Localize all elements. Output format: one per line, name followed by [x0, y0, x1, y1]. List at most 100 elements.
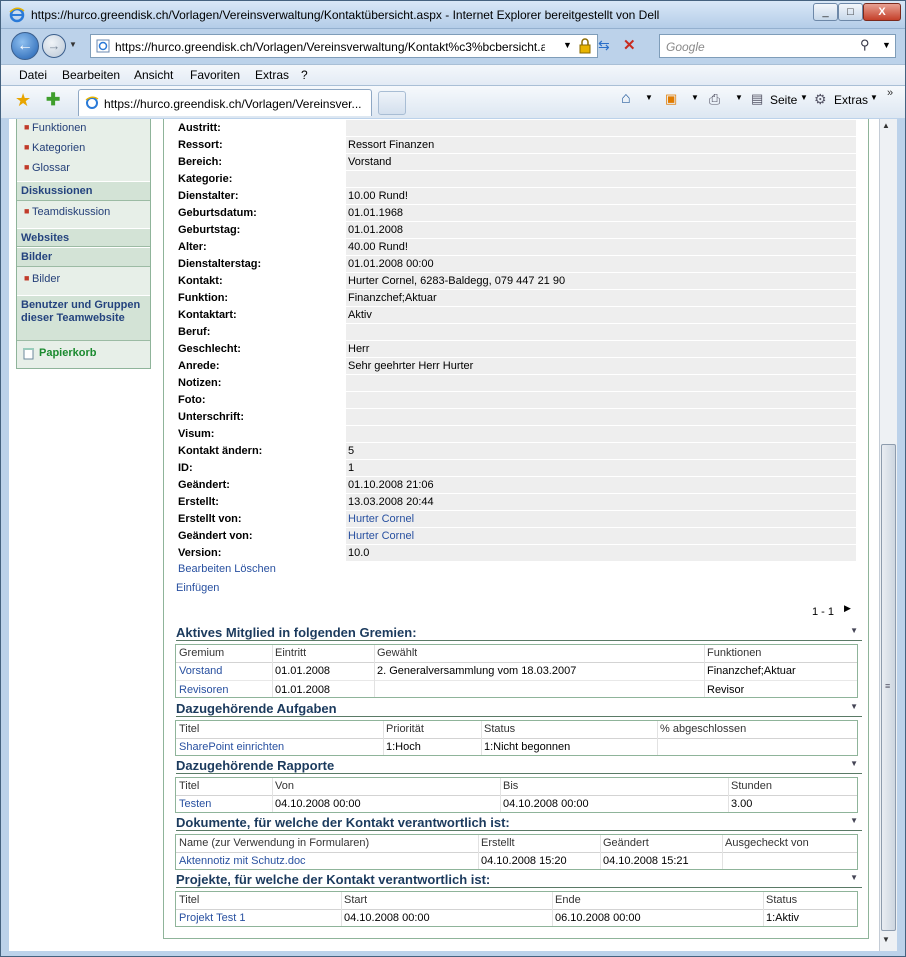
- field-row: Ressort: Ressort Finanzen: [174, 137, 858, 154]
- new-tab-button[interactable]: [378, 91, 406, 115]
- col-header[interactable]: Gremium: [179, 647, 224, 659]
- print-dropdown-icon[interactable]: ▼: [735, 93, 743, 102]
- page-menu[interactable]: Seite: [770, 93, 797, 107]
- favorites-star-icon[interactable]: ★: [15, 90, 31, 111]
- field-label: Geburtstag:: [178, 224, 241, 236]
- col-header[interactable]: Titel: [179, 780, 199, 792]
- col-header[interactable]: Start: [344, 894, 367, 906]
- search-icon[interactable]: ⚲: [860, 37, 870, 53]
- field-label: Erstellt:: [178, 496, 219, 508]
- page-icon: [85, 96, 99, 109]
- field-value-link[interactable]: Hurter Cornel: [346, 511, 856, 527]
- home-dropdown-icon[interactable]: ▼: [645, 93, 653, 102]
- nav-item-bilder[interactable]: ■ Bilder: [17, 270, 150, 290]
- table-cell-link[interactable]: Testen: [179, 798, 211, 810]
- col-header[interactable]: Geändert: [603, 837, 649, 849]
- field-label: Kontaktart:: [178, 309, 237, 321]
- field-row: Geburtstag: 01.01.2008: [174, 222, 858, 239]
- section-menu-icon[interactable]: ▼: [850, 873, 858, 882]
- tools-dropdown-icon[interactable]: ▼: [870, 93, 878, 102]
- field-label: Beruf:: [178, 326, 211, 338]
- menu-extras[interactable]: Extras: [255, 68, 289, 82]
- nav-item-teamdiskussion[interactable]: ■ Teamdiskussion: [17, 203, 150, 223]
- col-header[interactable]: Status: [484, 723, 515, 735]
- col-header[interactable]: Titel: [179, 894, 199, 906]
- nav-item-glossar[interactable]: ■ Glossar: [17, 159, 150, 179]
- field-value: [346, 375, 856, 391]
- menu-help[interactable]: ?: [301, 68, 308, 82]
- section-menu-icon[interactable]: ▼: [850, 816, 858, 825]
- next-page-icon[interactable]: ▶: [844, 603, 851, 614]
- toolbar-overflow-icon[interactable]: »: [887, 87, 893, 99]
- field-value: [346, 324, 856, 340]
- search-input[interactable]: Google: [666, 40, 705, 54]
- table-cell-link[interactable]: Revisoren: [179, 684, 229, 696]
- nav-head-bilder[interactable]: Bilder: [17, 247, 150, 267]
- nav-item-kategorien[interactable]: ■ Kategorien: [17, 139, 150, 159]
- field-label: Bereich:: [178, 156, 223, 168]
- forward-button[interactable]: →: [42, 34, 66, 58]
- col-header[interactable]: Bis: [503, 780, 518, 792]
- col-header[interactable]: Stunden: [731, 780, 772, 792]
- recycle-bin-link[interactable]: Papierkorb: [39, 347, 96, 359]
- col-header[interactable]: Ende: [555, 894, 581, 906]
- search-dropdown-icon[interactable]: ▼: [882, 40, 891, 50]
- table-cell: Revisor: [707, 684, 745, 696]
- field-value-link[interactable]: Hurter Cornel: [346, 528, 856, 544]
- insert-link[interactable]: Einfügen: [176, 582, 219, 594]
- scroll-up-icon[interactable]: ▲: [882, 121, 890, 130]
- table-cell-link[interactable]: Projekt Test 1: [179, 912, 245, 924]
- print-icon[interactable]: ⎙: [709, 91, 720, 108]
- rss-icon[interactable]: ▣: [665, 91, 677, 107]
- chevron-down-icon[interactable]: ▼: [69, 40, 77, 49]
- back-button[interactable]: ←: [11, 32, 39, 60]
- col-header[interactable]: Von: [275, 780, 294, 792]
- menu-favoriten[interactable]: Favoriten: [190, 68, 240, 82]
- vertical-scrollbar[interactable]: ▲ ≡ ▼: [879, 119, 897, 951]
- page-dropdown-icon[interactable]: ▼: [800, 93, 808, 102]
- maximize-button[interactable]: □: [838, 3, 863, 21]
- tools-menu[interactable]: Extras: [834, 93, 868, 107]
- scroll-down-icon[interactable]: ▼: [882, 935, 890, 944]
- col-header[interactable]: Funktionen: [707, 647, 761, 659]
- col-header[interactable]: % abgeschlossen: [660, 723, 746, 735]
- search-box[interactable]: Google ⚲ ▼: [659, 34, 896, 58]
- section-menu-icon[interactable]: ▼: [850, 626, 858, 635]
- close-button[interactable]: X: [863, 3, 901, 21]
- stop-icon[interactable]: ✕: [623, 36, 636, 54]
- nav-head-diskussionen[interactable]: Diskussionen: [17, 181, 150, 201]
- table-cell-link[interactable]: Vorstand: [179, 665, 222, 677]
- minimize-button[interactable]: _: [813, 3, 838, 21]
- col-header[interactable]: Ausgecheckt von: [725, 837, 809, 849]
- nav-head-users[interactable]: Benutzer und Gruppen dieser Teamwebsite: [17, 295, 150, 341]
- home-icon[interactable]: ⌂: [621, 90, 631, 108]
- nav-item-funktionen[interactable]: ■ Funktionen: [17, 119, 150, 139]
- tab-active[interactable]: https://hurco.greendisk.ch/Vorlagen/Vere…: [78, 89, 372, 116]
- col-header[interactable]: Name (zur Verwendung in Formularen): [179, 837, 369, 849]
- lock-icon[interactable]: [578, 38, 592, 54]
- edit-delete-link[interactable]: Bearbeiten Löschen: [178, 563, 276, 575]
- col-header[interactable]: Status: [766, 894, 797, 906]
- refresh-icon[interactable]: ⇆: [598, 37, 610, 54]
- section-menu-icon[interactable]: ▼: [850, 702, 858, 711]
- address-bar[interactable]: https://hurco.greendisk.ch/Vorlagen/Vere…: [90, 34, 636, 58]
- field-row: Geändert: 01.10.2008 21:06: [174, 477, 858, 494]
- nav-head-websites[interactable]: Websites: [17, 228, 150, 247]
- page-icon: [96, 39, 110, 53]
- menu-datei[interactable]: Datei: [19, 68, 47, 82]
- col-header[interactable]: Erstellt: [481, 837, 515, 849]
- address-dropdown-icon[interactable]: ▼: [563, 40, 572, 50]
- table-cell-link[interactable]: SharePoint einrichten: [179, 741, 284, 753]
- table-cell-link[interactable]: Aktennotiz mit Schutz.doc: [179, 855, 306, 867]
- col-header[interactable]: Titel: [179, 723, 199, 735]
- rss-dropdown-icon[interactable]: ▼: [691, 93, 699, 102]
- menu-ansicht[interactable]: Ansicht: [134, 68, 173, 82]
- address-input[interactable]: https://hurco.greendisk.ch/Vorlagen/Vere…: [115, 40, 545, 54]
- section-menu-icon[interactable]: ▼: [850, 759, 858, 768]
- col-header[interactable]: Gewählt: [377, 647, 417, 659]
- add-favorite-icon[interactable]: ✚: [46, 90, 60, 110]
- col-header[interactable]: Priorität: [386, 723, 424, 735]
- col-header[interactable]: Eintritt: [275, 647, 306, 659]
- scrollbar-thumb[interactable]: ≡: [881, 444, 896, 931]
- menu-bearbeiten[interactable]: Bearbeiten: [62, 68, 120, 82]
